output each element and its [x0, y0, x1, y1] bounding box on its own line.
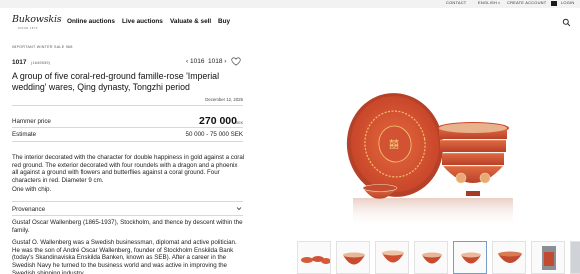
previous-lot-button[interactable]: ‹ 1016: [186, 58, 204, 65]
contact-link[interactable]: CONTACT: [446, 0, 466, 6]
favorite-heart-icon[interactable]: [231, 57, 241, 66]
divider: [12, 141, 243, 142]
chevron-right-icon: ›: [224, 58, 227, 65]
thumbnail-image: [301, 256, 330, 264]
chevron-left-icon: ‹: [186, 58, 189, 65]
thumbnail-image: [343, 252, 365, 265]
nav-live-auctions[interactable]: Live auctions: [122, 18, 163, 25]
provenance-biography: Gustaf O. Wallenberg was a Swedish busin…: [12, 239, 237, 274]
lot-main-image[interactable]: 囍: [333, 60, 523, 228]
divider: [12, 201, 243, 202]
thumbnail-image: [498, 251, 522, 263]
thumbnail-strip: [297, 241, 580, 274]
next-lot-button[interactable]: 1018 ›: [208, 58, 226, 65]
lot-id: (1649539): [31, 61, 51, 65]
site-logo[interactable]: Bukowskis: [12, 14, 62, 25]
login-link[interactable]: LOGIN: [561, 0, 574, 6]
thumbnail-image: [422, 252, 442, 264]
utility-bar: CONTACT ENGLISH ▾ CREATE ACCOUNT LOGIN: [0, 0, 580, 8]
provenance-toggle[interactable]: Provenance: [12, 203, 243, 215]
sale-name[interactable]: IMPORTANT WINTER SALE 968: [12, 45, 73, 49]
provenance-text: Gustaf Oscar Wallenberg (1865-1937), Sto…: [12, 219, 243, 234]
divider: [12, 105, 243, 106]
site-header: Bukowskis SINCE 1870 Online auctions Liv…: [0, 8, 580, 36]
next-lot-number: 1018: [208, 58, 223, 65]
create-account-link[interactable]: CREATE ACCOUNT: [507, 0, 546, 6]
thumbnail-5[interactable]: [453, 241, 487, 274]
sale-date: December 12, 2025: [205, 97, 243, 102]
thumbnail-image: [461, 252, 481, 264]
lot-condition: One with chip.: [12, 186, 52, 193]
logo-tagline: SINCE 1870: [18, 27, 38, 30]
nav-buy[interactable]: Buy: [218, 18, 230, 25]
chevron-down-icon: ▾: [498, 1, 500, 5]
divider: [12, 215, 243, 216]
thumbnail-4[interactable]: [414, 241, 448, 274]
thumbnail-7[interactable]: [531, 241, 565, 274]
chevron-down-icon: [236, 207, 242, 211]
thumbnail-6[interactable]: [492, 241, 526, 274]
hammer-price-currency: SEK: [235, 121, 243, 125]
lot-description: The interior decorated with the characte…: [12, 154, 245, 185]
thumbnail-3[interactable]: [375, 241, 409, 274]
thumbnail-1[interactable]: [297, 241, 331, 274]
estimate-value: 50 000 - 75 000 SEK: [185, 131, 243, 138]
user-icon[interactable]: [551, 1, 557, 6]
previous-lot-number: 1016: [189, 58, 205, 65]
search-icon[interactable]: [562, 18, 571, 27]
language-label: ENGLISH: [478, 0, 497, 5]
thumbnail-2[interactable]: [336, 241, 370, 274]
nav-valuate-sell[interactable]: Valuate & sell: [170, 18, 211, 25]
hammer-price-value: 270 000: [199, 115, 237, 127]
provenance-label: Provenance: [12, 206, 46, 213]
estimate-label: Estimate: [12, 131, 37, 138]
thumbnail-image: [382, 250, 404, 263]
thumbnail-image: [571, 242, 580, 273]
lot-title: A group of five coral-red-ground famille…: [12, 71, 220, 93]
lot-number: 1017: [12, 59, 27, 66]
thumbnail-image: [542, 246, 556, 270]
divider: [12, 127, 243, 128]
thumbnail-8[interactable]: [570, 241, 580, 274]
svg-text:囍: 囍: [389, 138, 399, 151]
language-selector[interactable]: ENGLISH ▾: [478, 0, 500, 6]
hammer-price-label: Hammer price: [12, 118, 51, 125]
nav-online-auctions[interactable]: Online auctions: [67, 18, 115, 25]
